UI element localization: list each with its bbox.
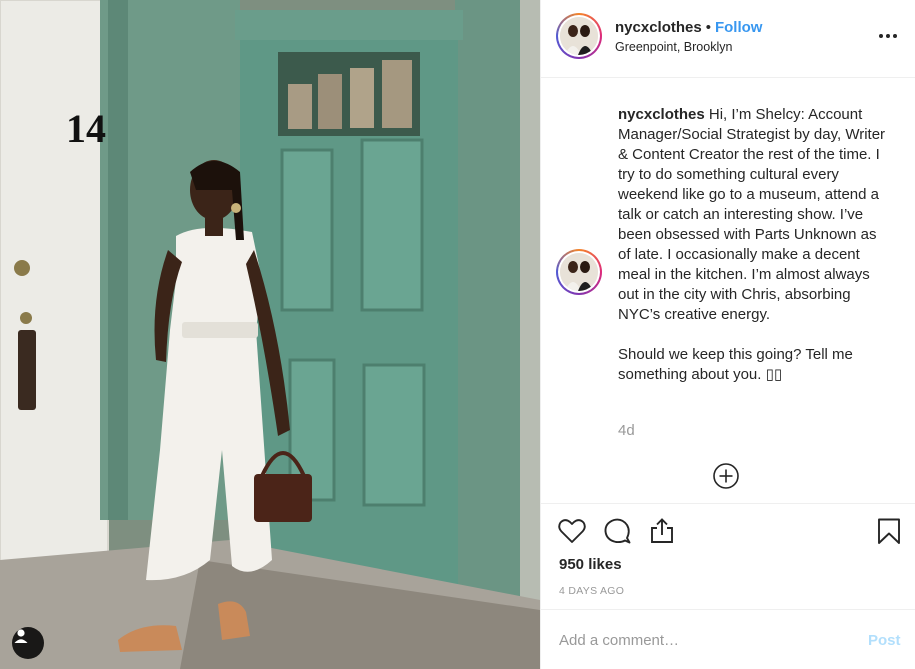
door-handle — [18, 330, 36, 410]
house-number: 14 — [66, 106, 106, 151]
comments-area: nycxclothes Hi, I’m Shelcy: Account Mana… — [541, 79, 915, 503]
post-comment-button[interactable]: Post — [868, 632, 901, 649]
door-knob — [14, 260, 30, 276]
user-tag-icon[interactable] — [12, 627, 44, 659]
post-header: nycxclothes • Follow Greenpoint, Brooklyn — [541, 0, 915, 78]
photo-illustration: 14 — [0, 0, 540, 669]
header-username-line: nycxclothes • Follow — [615, 19, 762, 36]
comment-bubble-icon[interactable] — [602, 516, 632, 546]
profile-avatar[interactable] — [556, 13, 602, 59]
caption-avatar[interactable] — [556, 249, 602, 295]
likes-count[interactable]: 950 likes — [559, 556, 622, 573]
comment-input[interactable] — [559, 628, 839, 652]
post-actions: 950 likes 4 DAYS AGO — [541, 503, 915, 609]
follow-button[interactable]: Follow — [715, 19, 763, 36]
header-separator: • — [705, 19, 711, 36]
caption-age[interactable]: 4d — [618, 422, 635, 439]
white-door — [0, 0, 108, 600]
caption-text: nycxclothes Hi, I’m Shelcy: Account Mana… — [618, 105, 886, 385]
caption-username[interactable]: nycxclothes — [618, 106, 705, 123]
caption-paragraph-2: Should we keep this going? Tell me somet… — [618, 346, 853, 383]
post-panel: nycxclothes • Follow Greenpoint, Brooklyn … — [540, 0, 915, 669]
post-timestamp[interactable]: 4 DAYS AGO — [559, 585, 624, 597]
more-options-icon[interactable] — [873, 26, 903, 46]
post-photo[interactable]: 14 — [0, 0, 540, 669]
plus-circle-icon[interactable] — [712, 462, 740, 490]
bookmark-icon[interactable] — [874, 516, 904, 546]
caption-paragraph-1: Hi, I’m Shelcy: Account Manager/Social S… — [618, 106, 886, 323]
comment-bar: Post — [541, 609, 915, 669]
handbag — [254, 474, 312, 522]
heart-icon[interactable] — [557, 516, 587, 546]
location-link[interactable]: Greenpoint, Brooklyn — [615, 40, 732, 54]
share-icon[interactable] — [647, 516, 677, 546]
header-username[interactable]: nycxclothes — [615, 19, 702, 36]
